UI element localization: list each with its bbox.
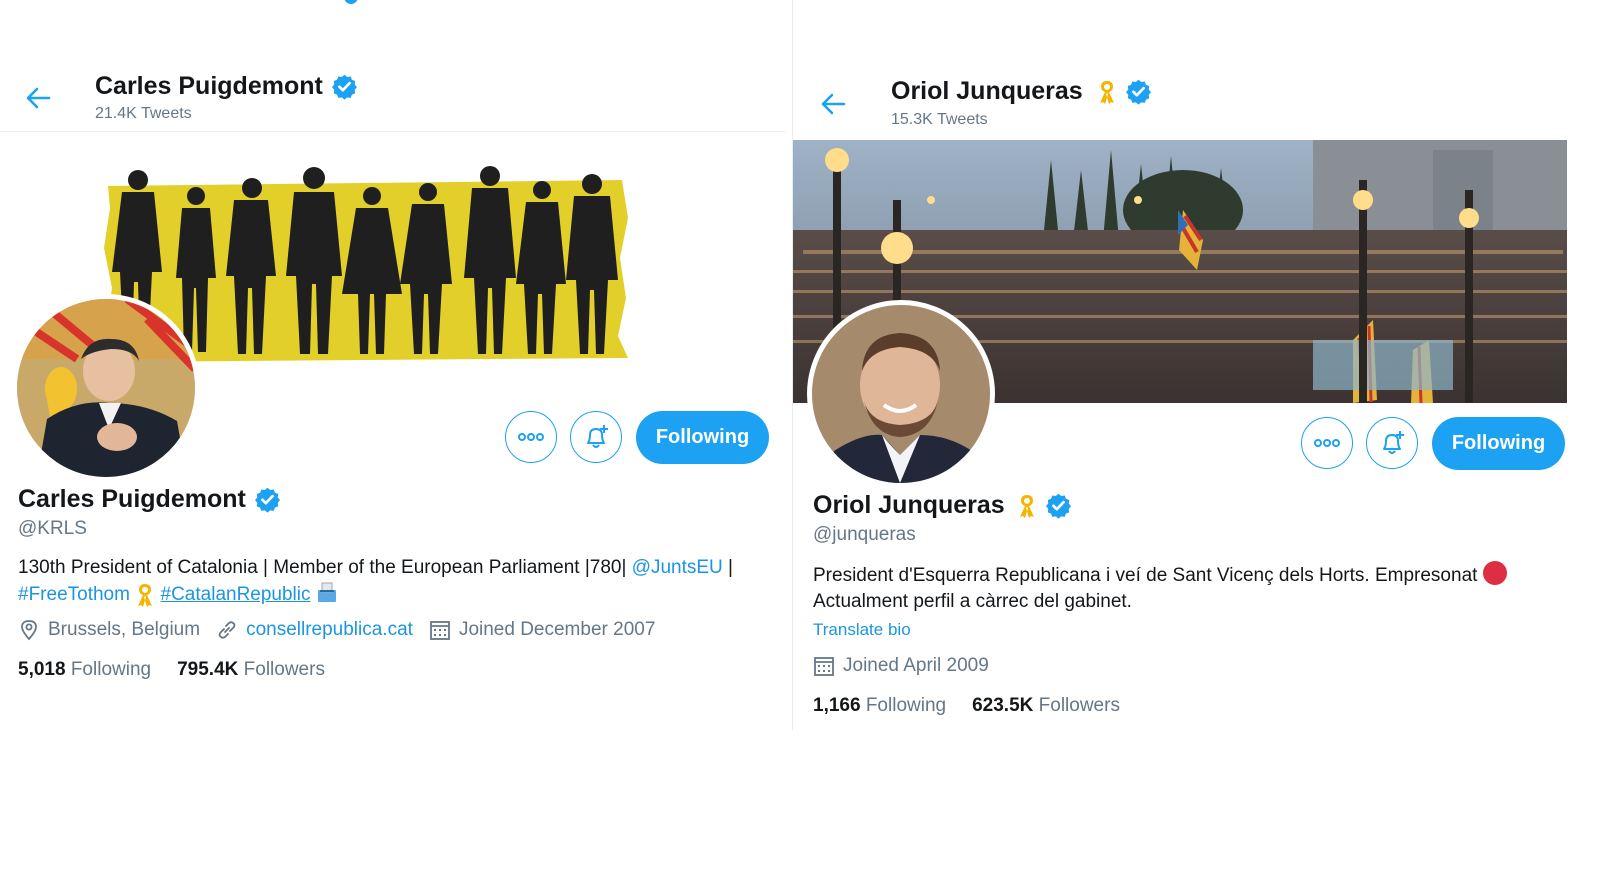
back-button[interactable] [813,84,853,124]
back-arrow-icon [821,93,846,115]
avatar-image [17,299,195,477]
profile-meta: Brussels, Belgium consellrepublica.cat J… [18,619,671,641]
followers-label: Followers [243,659,325,680]
followers-stat[interactable]: 623.5K Followers [972,695,1120,717]
bio-line-1: President d'Esquerra Republicana i veí d… [813,565,1478,586]
following-count: 5,018 [18,659,66,680]
location-item: Brussels, Belgium [18,619,200,641]
yellow-ribbon-icon [138,583,153,607]
bio-text: 130th President of Catalonia | Member of… [18,557,632,578]
previous-content-edge [0,0,785,10]
following-label: Following [865,695,947,716]
more-icon [518,433,544,441]
website-item: consellrepublica.cat [216,619,413,641]
display-name-text: Oriol Junqueras [813,491,1005,519]
profile-header: Oriol Junqueras 15.3K Tweets [793,68,1598,138]
display-name: Oriol Junqueras [813,491,1072,520]
notification-bell-icon [1383,431,1404,454]
location-text: Brussels, Belgium [48,619,201,640]
hashtag-link[interactable]: #CatalanRepublic [161,584,311,605]
notifications-button[interactable] [570,411,622,463]
display-name: Carles Puigdemont [18,485,281,514]
avatar[interactable] [807,300,995,488]
followers-stat[interactable]: 795.4K Followers [177,659,325,681]
following-stat[interactable]: 5,018 Following [18,659,151,681]
profile-stats: 1,166 Following 623.5K Followers [813,695,1120,717]
verified-badge-icon [331,74,357,100]
notification-bell-icon [587,425,608,448]
profile-meta: Joined April 2009 [813,655,1005,677]
cutoff-badge-icon [344,0,358,4]
calendar-icon [814,657,834,676]
hashtag-link[interactable]: #FreeTothom [18,584,130,605]
link-icon [218,621,236,639]
handle: @junqueras [813,524,916,545]
following-label: Following [70,659,152,680]
followers-count: 623.5K [972,695,1034,716]
back-button[interactable] [18,78,58,118]
red-circle-icon [1482,561,1507,585]
yellow-ribbon-icon [1019,494,1034,518]
mention-link[interactable]: @JuntsEU [632,557,723,578]
joined-item: Joined April 2009 [813,655,989,677]
avatar[interactable] [12,294,200,482]
following-stat[interactable]: 1,166 Following [813,695,946,717]
bio: President d'Esquerra Republicana i veí d… [813,561,1593,615]
avatar-image [812,305,990,483]
more-options-button[interactable] [1301,417,1353,469]
joined-item: Joined December 2007 [429,619,655,641]
joined-text: Joined April 2009 [843,655,989,676]
profile-stats: 5,018 Following 795.4K Followers [18,659,325,681]
yellow-ribbon-icon [1099,80,1114,104]
display-name-text: Carles Puigdemont [18,485,246,513]
translate-bio-link[interactable]: Translate bio [813,620,911,640]
verified-badge-icon [254,487,280,513]
verified-badge-icon [1125,79,1151,105]
bio-separator: | [722,557,733,578]
bio-line-2: Actualment perfil a càrrec del gabinet. [813,591,1132,612]
profile-panel-left: Carles Puigdemont 21.4K Tweets Following… [0,0,785,720]
verified-badge-icon [1045,493,1071,519]
header-name: Oriol Junqueras [891,77,1083,105]
header-name: Carles Puigdemont [95,72,323,100]
handle: @KRLS [18,518,87,539]
more-options-button[interactable] [505,411,557,463]
following-count: 1,166 [813,695,861,716]
followers-count: 795.4K [177,659,239,680]
more-icon [1314,439,1340,447]
tweet-count: 21.4K Tweets [95,105,192,122]
calendar-icon [430,621,450,640]
back-arrow-icon [26,87,51,109]
location-pin-icon [21,620,37,641]
joined-text: Joined December 2007 [458,619,656,640]
profile-header: Carles Puigdemont 21.4K Tweets [0,62,785,132]
website-link[interactable]: consellrepublica.cat [246,619,413,641]
bio: 130th President of Catalonia | Member of… [18,555,778,608]
following-button[interactable]: Following [1432,417,1565,470]
notifications-button[interactable] [1366,417,1418,469]
tweet-count: 15.3K Tweets [891,111,988,128]
header-title: Oriol Junqueras [891,77,1152,106]
following-button[interactable]: Following [636,411,769,464]
followers-label: Followers [1038,695,1120,716]
profile-panel-right: Oriol Junqueras 15.3K Tweets Following O… [792,0,1598,730]
ballot-box-icon [317,582,336,602]
header-title: Carles Puigdemont [95,72,358,101]
